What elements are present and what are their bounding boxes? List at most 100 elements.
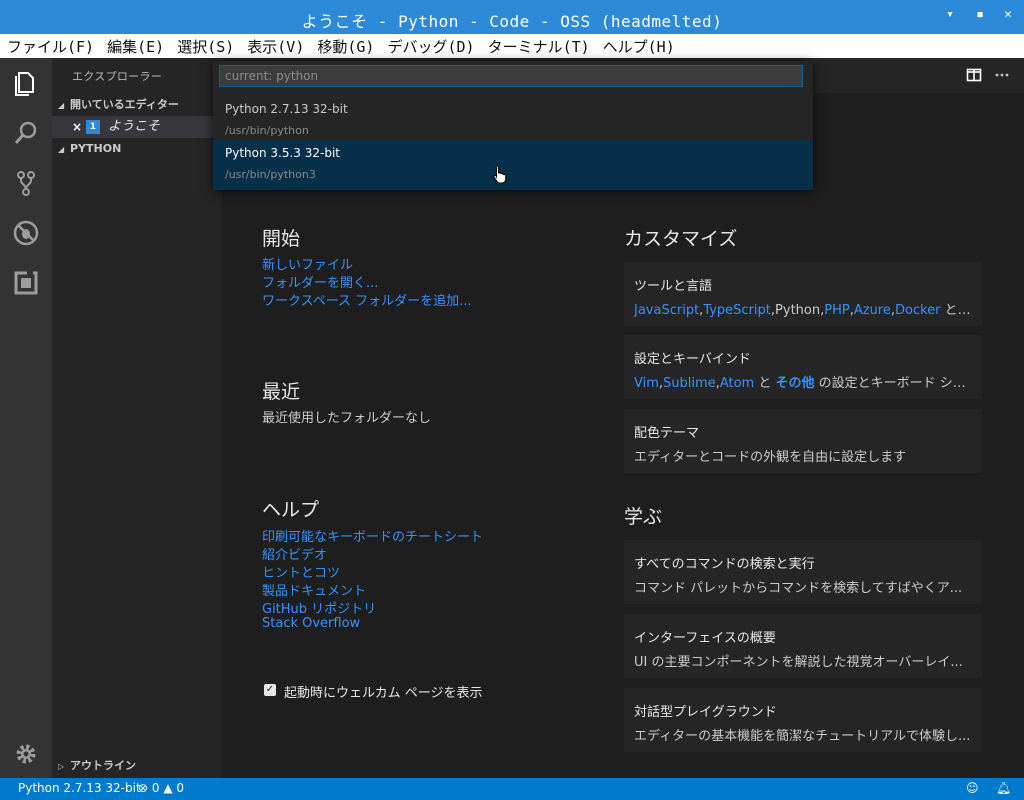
keymap-link[interactable]: Vim <box>634 376 659 391</box>
chevron-right-icon: ▷ <box>58 762 65 771</box>
tools-languages-card[interactable]: ツールと言語 JavaScript,TypeScript,Python,PHP,… <box>624 262 982 326</box>
keymap-link[interactable]: Sublime <box>663 376 716 391</box>
outline-header[interactable]: ▷ アウトライン <box>52 755 222 777</box>
menu-go[interactable]: 移動(G) <box>310 36 380 57</box>
new-file-link[interactable]: 新しいファイル <box>262 254 353 273</box>
menu-edit[interactable]: 編集(E) <box>100 36 170 57</box>
find-commands-card[interactable]: すべてのコマンドの検索と実行 コマンド パレットからコマンドを検索してすばやくア… <box>624 540 982 604</box>
card-title: ツールと言語 <box>634 279 713 294</box>
recent-heading: 最近 <box>262 381 301 403</box>
folder-header[interactable]: ◢ PYTHON <box>52 138 222 160</box>
show-on-startup-label: 起動時にウェルカム ページを表示 <box>284 686 483 701</box>
debug-icon[interactable] <box>10 217 42 249</box>
color-theme-card[interactable]: 配色テーマ エディターとコードの外観を自由に設定します <box>624 409 982 473</box>
maximize-button[interactable]: ▪ <box>972 7 988 23</box>
sidebar-title: エクスプローラー <box>72 70 163 83</box>
add-workspace-folder-link[interactable]: ワークスペース フォルダーを追加... <box>262 290 472 309</box>
close-window-button[interactable]: ✕ <box>1000 7 1016 23</box>
card-title: すべてのコマンドの検索と実行 <box>634 557 815 572</box>
docs-link[interactable]: 製品ドキュメント <box>262 580 366 599</box>
open-editor-filename: ようこそ <box>108 119 161 134</box>
card-description: Vim,Sublime,Atom と その他 の設定とキーボード ショ... <box>634 372 974 391</box>
error-icon: ⊗ <box>138 781 149 795</box>
language-link[interactable]: PHP <box>824 303 849 318</box>
menu-debug[interactable]: デバッグ(D) <box>380 36 480 57</box>
python-interpreter-status[interactable]: Python 2.7.13 32-bit <box>18 781 141 795</box>
card-title: 配色テーマ <box>634 426 700 441</box>
files-icon[interactable] <box>10 67 42 99</box>
intro-video-link[interactable]: 紹介ビデオ <box>262 544 327 563</box>
language-link[interactable]: Docker <box>895 303 941 318</box>
open-editors-header[interactable]: ◢ 開いているエディター <box>52 94 222 116</box>
quick-pick-item-selected[interactable]: Python 3.5.3 32-bit /usr/bin/python3 <box>213 140 813 190</box>
folder-label: PYTHON <box>70 142 122 155</box>
open-editors-label: 開いているエディター <box>70 98 179 111</box>
menu-bar: ファイル(F) 編集(E) 選択(S) 表示(V) 移動(G) デバッグ(D) … <box>0 34 1024 58</box>
feedback-smiley-icon[interactable]: ☺ <box>966 781 979 795</box>
show-on-startup-checkbox[interactable]: ✓ <box>264 684 276 696</box>
item-label: Python 2.7.13 32-bit <box>225 102 348 116</box>
tips-link[interactable]: ヒントとコツ <box>262 562 340 581</box>
item-detail: /usr/bin/python3 <box>225 168 316 181</box>
extensions-icon[interactable] <box>10 267 42 299</box>
github-link[interactable]: GitHub リポジトリ <box>262 598 376 617</box>
recent-empty-text: 最近使用したフォルダーなし <box>262 411 432 426</box>
quick-pick-item[interactable]: Python 2.7.13 32-bit /usr/bin/python <box>213 96 813 140</box>
chevron-down-icon: ◢ <box>58 101 65 110</box>
card-description: コマンド パレットからコマンドを検索してすばやくア... <box>634 581 963 596</box>
and-text: と <box>754 376 776 391</box>
rest-text: の設定とキーボード ショ... <box>814 376 974 391</box>
customize-heading: カスタマイズ <box>624 228 738 250</box>
quick-pick-input[interactable]: current: python <box>219 65 803 87</box>
settings-keybindings-card[interactable]: 設定とキーバインド Vim,Sublime,Atom と その他 の設定とキーボ… <box>624 335 982 399</box>
notifications-bell-icon[interactable]: 🔔︎ <box>996 781 1011 795</box>
interpreter-quick-pick: current: python Python 2.7.13 32-bit /us… <box>213 61 813 190</box>
window-title: ようこそ - Python - Code - OSS (headmelted) <box>301 12 723 31</box>
open-folder-link[interactable]: フォルダーを開く... <box>262 272 378 291</box>
card-title: 設定とキーバインド <box>634 352 751 367</box>
gear-icon[interactable] <box>10 738 42 770</box>
problems-status[interactable]: ⊗ 0 ▲ 0 <box>138 781 184 795</box>
and-text: と <box>940 303 962 318</box>
learn-heading: 学ぶ <box>624 506 663 528</box>
welcome-file-icon: 1 <box>86 120 100 134</box>
stackoverflow-link[interactable]: Stack Overflow <box>262 616 360 631</box>
menu-help[interactable]: ヘルプ(H) <box>596 36 681 57</box>
keymap-link[interactable]: Atom <box>720 376 754 391</box>
language-text: Python <box>775 303 821 318</box>
warning-count: 0 <box>176 781 185 795</box>
item-detail: /usr/bin/python <box>225 124 309 137</box>
split-editor-icon[interactable] <box>966 67 982 83</box>
more-link[interactable]: その他 <box>775 376 814 391</box>
menu-terminal[interactable]: ターミナル(T) <box>481 36 596 57</box>
hand-cursor-icon <box>493 165 507 184</box>
more-actions-icon[interactable] <box>994 67 1010 83</box>
open-editor-item[interactable]: × 1 ようこそ <box>52 116 222 138</box>
card-description: エディターとコードの外観を自由に設定します <box>634 450 907 465</box>
close-editor-icon[interactable]: × <box>72 116 82 138</box>
item-label: Python 3.5.3 32-bit <box>225 146 341 160</box>
cheatsheet-link[interactable]: 印刷可能なキーボードのチートシート <box>262 526 483 545</box>
card-description: JavaScript,TypeScript,Python,PHP,Azure,D… <box>634 299 974 318</box>
explorer-sidebar: エクスプローラー ◢ 開いているエディター × 1 ようこそ ◢ PYTHON ▷ ア… <box>52 58 222 778</box>
warning-icon: ▲ <box>163 781 173 795</box>
outline-label: アウトライン <box>70 759 136 772</box>
error-count: 0 <box>151 781 160 795</box>
card-description: エディターの基本機能を簡潔なチュートリアルで体験し... <box>634 729 971 744</box>
interface-overview-card[interactable]: インターフェイスの概要 UI の主要コンポーネントを解説した視覚オーバーレイ..… <box>624 614 982 678</box>
menu-file[interactable]: ファイル(F) <box>0 36 100 57</box>
help-heading: ヘルプ <box>262 499 320 521</box>
start-heading: 開始 <box>262 228 301 250</box>
minimize-button[interactable]: ▾ <box>942 7 958 23</box>
card-title: 対話型プレイグラウンド <box>634 705 777 720</box>
language-link[interactable]: Azure <box>854 303 891 318</box>
source-control-icon[interactable] <box>10 167 42 199</box>
menu-view[interactable]: 表示(V) <box>240 36 310 57</box>
language-link[interactable]: JavaScript <box>634 303 699 318</box>
interactive-playground-card[interactable]: 対話型プレイグラウンド エディターの基本機能を簡潔なチュートリアルで体験し... <box>624 688 982 752</box>
language-link[interactable]: TypeScript <box>703 303 771 318</box>
menu-selection[interactable]: 選択(S) <box>170 36 240 57</box>
search-icon[interactable] <box>10 117 42 149</box>
activity-bar <box>0 58 52 778</box>
card-description: UI の主要コンポーネントを解説した視覚オーバーレイ... <box>634 655 963 670</box>
